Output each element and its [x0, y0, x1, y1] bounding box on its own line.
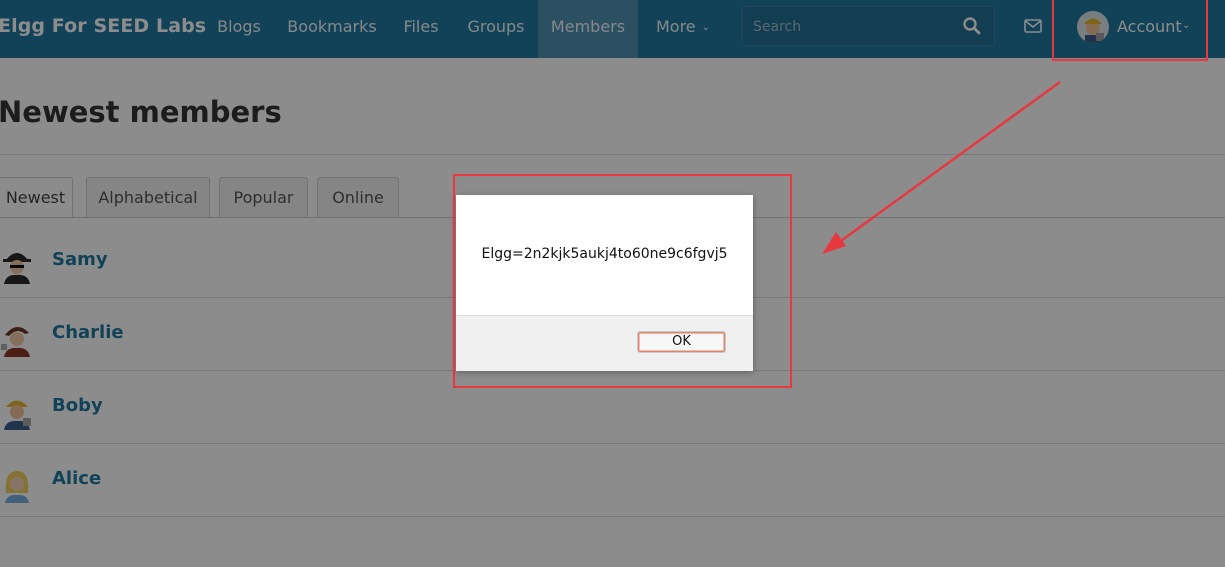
- annotation-arrow: [822, 80, 1061, 254]
